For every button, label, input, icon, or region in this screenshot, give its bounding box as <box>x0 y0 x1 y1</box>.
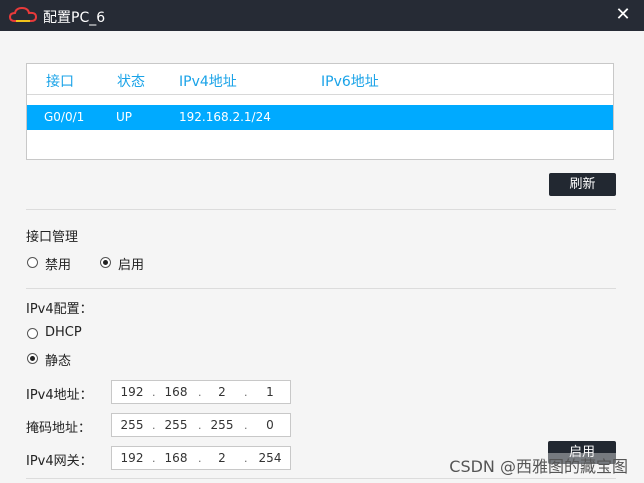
cell-interface: G0/0/1 <box>44 110 85 124</box>
radio-dhcp-label: DHCP <box>45 325 82 340</box>
interfaces-table: 接口 状态 IPv4地址 IPv6地址 G0/0/1 UP 192.168.2.… <box>26 63 614 160</box>
header-ipv6: IPv6地址 <box>321 74 379 90</box>
refresh-button[interactable]: 刷新 <box>549 173 616 196</box>
mask-label: 掩码地址： <box>26 421 92 436</box>
close-icon: ✕ <box>615 4 631 25</box>
gateway-input[interactable]: 192 . 168 . 2 . 254 <box>111 446 291 470</box>
octet-separator: . <box>198 419 202 432</box>
ipv4-address-label: IPv4地址： <box>26 388 93 403</box>
gateway-octet-2: 168 <box>164 451 188 465</box>
octet-separator: . <box>152 419 156 432</box>
mask-octet-3: 255 <box>210 418 234 432</box>
octet-separator: . <box>244 419 248 432</box>
divider <box>26 288 616 289</box>
header-status: 状态 <box>117 74 145 90</box>
close-button[interactable]: ✕ <box>612 4 634 26</box>
watermark: CSDN @西雅图的藏宝图 <box>449 453 628 477</box>
gateway-octet-4: 254 <box>258 451 282 465</box>
mask-octet-2: 255 <box>164 418 188 432</box>
interface-management-title: 接口管理 <box>26 230 79 245</box>
octet-separator: . <box>152 386 156 399</box>
divider <box>26 478 616 479</box>
octet-separator: . <box>244 386 248 399</box>
cloud-icon <box>9 7 37 22</box>
divider <box>26 209 616 210</box>
ipv4-octet-3: 2 <box>218 385 226 399</box>
octet-separator: . <box>152 452 156 465</box>
cell-status: UP <box>116 110 133 124</box>
ipv4-octet-2: 168 <box>164 385 188 399</box>
title-bar: 配置PC_6 ✕ <box>0 0 644 31</box>
radio-enable[interactable] <box>100 257 111 268</box>
octet-separator: . <box>198 386 202 399</box>
mask-octet-4: 0 <box>266 418 274 432</box>
gateway-octet-1: 192 <box>120 451 144 465</box>
ipv4-octet-1: 192 <box>120 385 144 399</box>
octet-separator: . <box>198 452 202 465</box>
ipv4-config-title: IPv4配置： <box>26 302 93 317</box>
radio-enable-label: 启用 <box>118 258 145 273</box>
window-title: 配置PC_6 <box>43 10 106 26</box>
ipv4-address-input[interactable]: 192 . 168 . 2 . 1 <box>111 380 291 404</box>
header-interface: 接口 <box>46 74 74 90</box>
gateway-label: IPv4网关： <box>26 454 93 469</box>
table-row[interactable]: G0/0/1 UP 192.168.2.1/24 <box>27 105 613 130</box>
radio-disable-label: 禁用 <box>45 258 72 273</box>
table-header: 接口 状态 IPv4地址 IPv6地址 <box>27 64 613 95</box>
octet-separator: . <box>244 452 248 465</box>
header-ipv4: IPv4地址 <box>179 74 237 90</box>
mask-octet-1: 255 <box>120 418 144 432</box>
radio-static[interactable] <box>27 353 38 364</box>
radio-dhcp[interactable] <box>27 328 38 339</box>
gateway-octet-3: 2 <box>218 451 226 465</box>
mask-input[interactable]: 255 . 255 . 255 . 0 <box>111 413 291 437</box>
radio-disable[interactable] <box>27 257 38 268</box>
radio-static-label: 静态 <box>45 354 72 369</box>
ipv4-octet-4: 1 <box>266 385 274 399</box>
cell-ipv4: 192.168.2.1/24 <box>179 110 271 124</box>
